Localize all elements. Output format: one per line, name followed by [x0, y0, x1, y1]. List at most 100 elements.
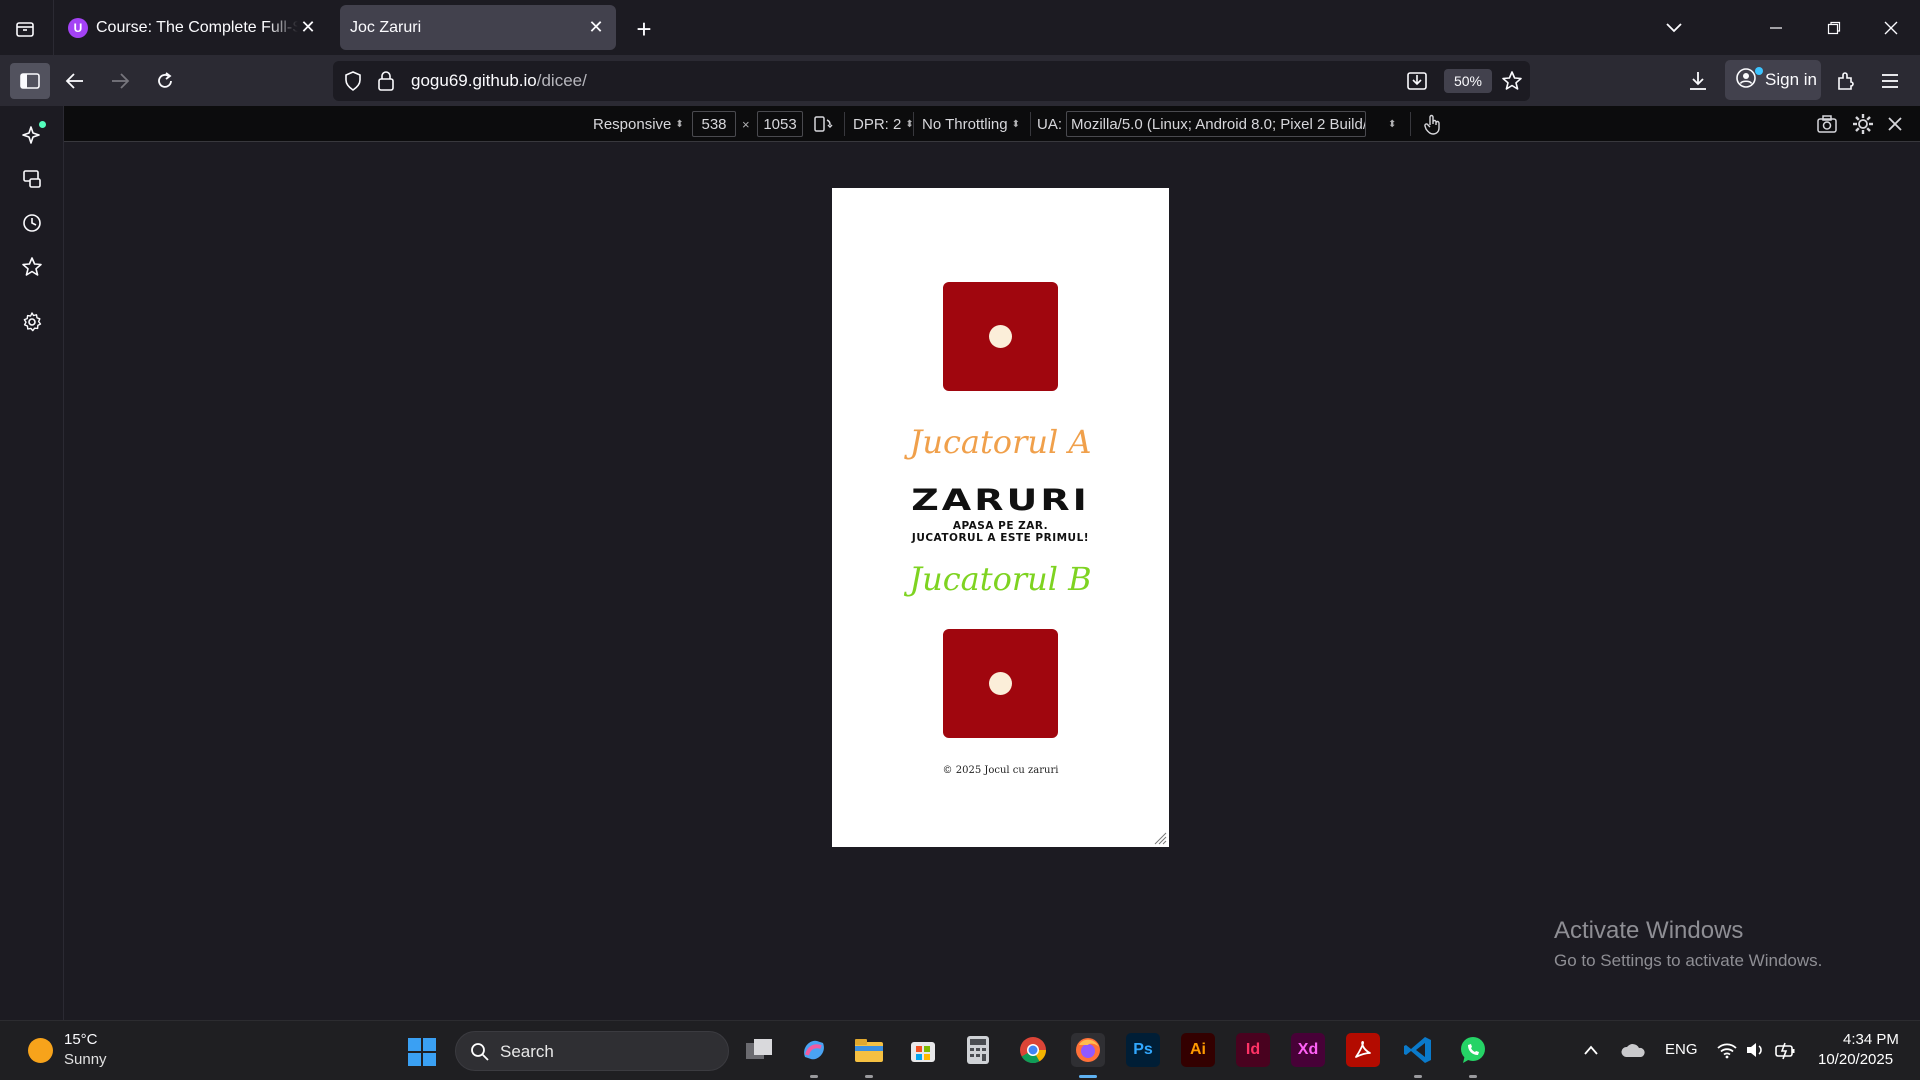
url-text[interactable]: gogu69.github.io/dicee/ — [411, 71, 587, 91]
screenshot-camera-icon[interactable] — [1816, 106, 1838, 142]
running-indicator — [1469, 1075, 1477, 1078]
taskbar-search[interactable]: Search — [455, 1031, 729, 1071]
firefox-icon[interactable] — [1071, 1033, 1105, 1067]
photoshop-icon[interactable]: Ps — [1126, 1033, 1160, 1067]
copilot-icon[interactable] — [797, 1033, 831, 1067]
sidebar — [0, 106, 64, 1020]
windows-start-icon[interactable] — [408, 1038, 436, 1066]
device-label: Responsive — [593, 115, 672, 133]
select-arrows-icon: ⬍ — [675, 118, 684, 130]
bookmark-star-icon[interactable] — [1500, 69, 1524, 98]
activation-watermark-subtitle: Go to Settings to activate Windows. — [1554, 951, 1823, 970]
new-tab-button[interactable]: + — [628, 13, 660, 45]
restore-button[interactable] — [1816, 10, 1852, 46]
language-indicator[interactable]: ENG — [1665, 1041, 1698, 1058]
synced-tabs-icon[interactable] — [14, 161, 50, 197]
player-b-label: Jucatorul B — [909, 560, 1092, 598]
new-feature-dot — [39, 121, 46, 128]
udemy-favicon-icon: U — [68, 17, 88, 38]
close-rdm-icon[interactable] — [1887, 106, 1903, 142]
weather-description[interactable]: Sunny — [64, 1051, 107, 1068]
tab-separator — [53, 0, 54, 55]
extensions-icon[interactable] — [1828, 63, 1864, 99]
active-indicator — [1079, 1075, 1097, 1078]
downloads-icon[interactable] — [1680, 63, 1716, 99]
responsive-design-toolbar: Responsive ⬍ 538 × 1053 DPR: 2 ⬍ No Thrott… — [64, 106, 1920, 142]
dimension-separator: × — [742, 116, 750, 132]
die-player-a[interactable] — [943, 282, 1058, 391]
list-all-tabs-icon[interactable] — [1656, 10, 1692, 46]
die-pip — [989, 325, 1012, 348]
device-selector[interactable]: Responsive ⬍ — [593, 106, 684, 142]
viewport-height-input[interactable]: 1053 — [757, 111, 803, 137]
select-arrows-icon[interactable]: ⬍ — [1384, 106, 1396, 142]
user-agent-input[interactable]: Mozilla/5.0 (Linux; Android 8.0; Pixel 2… — [1066, 111, 1366, 137]
url-bar[interactable]: gogu69.github.io/dicee/ 50% — [333, 61, 1530, 101]
page-footer: © 2025 Jocul cu zaruri — [942, 765, 1059, 776]
ai-chatbot-icon[interactable] — [14, 117, 50, 153]
taskbar: 15°C Sunny Search Ps Ai Id Xd ENG 4:34 P… — [0, 1020, 1920, 1080]
account-icon — [1735, 67, 1757, 94]
task-view-icon[interactable] — [742, 1033, 776, 1067]
dpr-label: DPR: 2 — [853, 115, 902, 133]
die-pip — [989, 672, 1012, 695]
toolbar-separator — [844, 112, 845, 136]
rotate-viewport-icon[interactable] — [813, 106, 833, 142]
tab-joc-zaruri[interactable]: Joc Zaruri ✕ — [340, 5, 616, 50]
close-tab-icon[interactable]: ✕ — [586, 17, 606, 38]
toolbar-separator — [1410, 112, 1411, 136]
throttling-label: No Throttling — [922, 115, 1008, 133]
volume-icon[interactable] — [1738, 1033, 1772, 1067]
onedrive-cloud-icon[interactable] — [1616, 1033, 1650, 1067]
tab-course[interactable]: U Course: The Complete Full-Stack Web De… — [58, 5, 328, 50]
settings-gear-icon[interactable] — [14, 304, 50, 340]
throttling-selector[interactable]: No Throttling ⬍ — [922, 106, 1020, 142]
navigation-toolbar: gogu69.github.io/dicee/ 50% Sign in — [0, 55, 1920, 106]
viewport-width-input[interactable]: 538 — [692, 111, 736, 137]
lock-icon[interactable] — [377, 70, 395, 97]
firefox-view-icon[interactable] — [10, 14, 40, 44]
weather-temperature[interactable]: 15°C — [64, 1031, 98, 1048]
file-explorer-icon[interactable] — [852, 1033, 886, 1067]
calculator-icon[interactable] — [961, 1033, 995, 1067]
touch-simulation-icon[interactable] — [1422, 106, 1442, 142]
sun-icon[interactable] — [28, 1038, 53, 1063]
reload-button[interactable] — [147, 63, 183, 99]
clock-time[interactable]: 4:34 PM — [1843, 1031, 1899, 1048]
rdm-settings-gear-icon[interactable] — [1852, 106, 1874, 142]
battery-charging-icon[interactable] — [1768, 1033, 1802, 1067]
dpr-selector[interactable]: DPR: 2 ⬍ — [853, 106, 914, 142]
sign-in-button[interactable]: Sign in — [1725, 60, 1821, 100]
back-button[interactable] — [57, 63, 93, 99]
history-icon[interactable] — [14, 205, 50, 241]
whatsapp-icon[interactable] — [1456, 1033, 1490, 1067]
bookmarks-icon[interactable] — [14, 249, 50, 285]
xd-icon[interactable]: Xd — [1291, 1033, 1325, 1067]
toolbar-separator — [1030, 112, 1031, 136]
clock-date[interactable]: 10/20/2025 — [1818, 1051, 1893, 1068]
close-window-button[interactable] — [1873, 10, 1909, 46]
minimize-button[interactable] — [1758, 10, 1794, 46]
zoom-level-badge[interactable]: 50% — [1444, 69, 1492, 93]
show-hidden-icons-chevron-icon[interactable] — [1574, 1033, 1608, 1067]
resize-handle-icon[interactable] — [1153, 831, 1167, 845]
tab-title: Joc Zaruri — [350, 18, 422, 36]
tracking-protection-shield-icon[interactable] — [343, 70, 363, 97]
chrome-icon[interactable] — [1016, 1033, 1050, 1067]
acrobat-icon[interactable] — [1346, 1033, 1380, 1067]
ua-label: UA: — [1037, 115, 1063, 133]
forward-button[interactable] — [102, 63, 138, 99]
tab-strip: U Course: The Complete Full-Stack Web De… — [0, 0, 1920, 55]
menu-icon[interactable] — [1872, 63, 1908, 99]
player-a-label: Jucatorul A — [909, 423, 1092, 461]
running-indicator — [810, 1075, 818, 1078]
save-page-icon[interactable] — [1405, 69, 1429, 98]
running-indicator — [865, 1075, 873, 1078]
sidebar-toggle-button[interactable] — [10, 63, 50, 99]
illustrator-icon[interactable]: Ai — [1181, 1033, 1215, 1067]
vscode-icon[interactable] — [1401, 1033, 1435, 1067]
close-tab-icon[interactable]: ✕ — [298, 17, 318, 38]
microsoft-store-icon[interactable] — [906, 1033, 940, 1067]
indesign-icon[interactable]: Id — [1236, 1033, 1270, 1067]
die-player-b[interactable] — [943, 629, 1058, 738]
